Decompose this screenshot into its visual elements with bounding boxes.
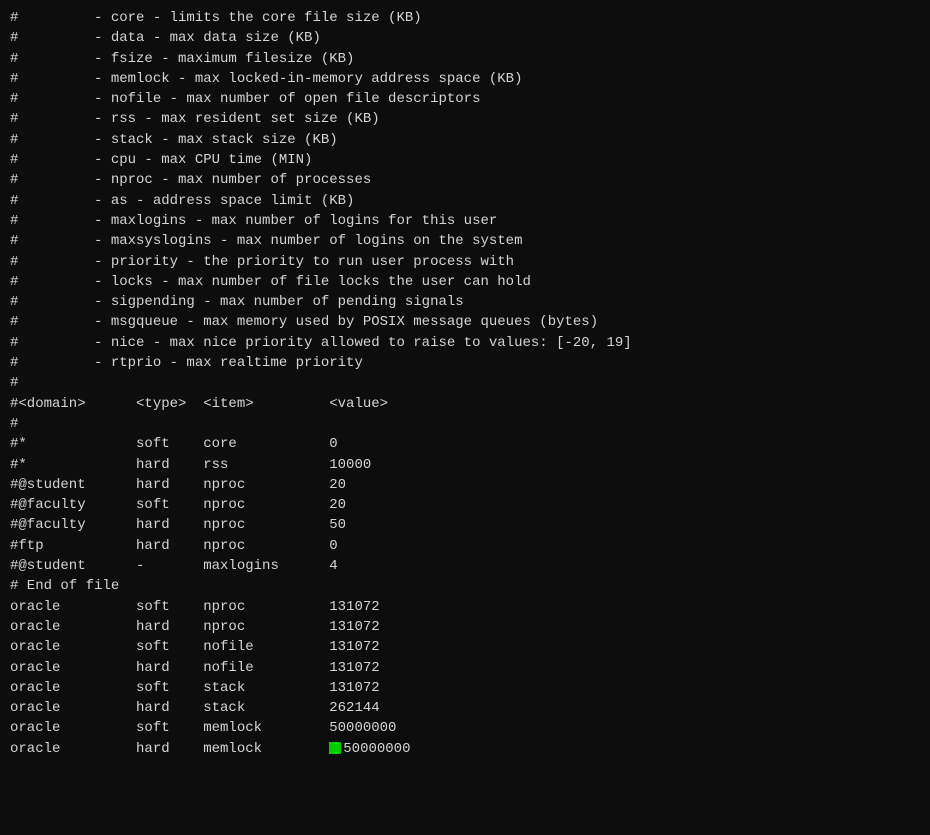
code-line: oracle soft nofile 131072 [10,637,920,657]
code-line: # - data - max data size (KB) [10,28,920,48]
code-line: # - maxsyslogins - max number of logins … [10,231,920,251]
code-line: # [10,373,920,393]
code-line: #* hard rss 10000 [10,455,920,475]
code-line: oracle hard nproc 131072 [10,617,920,637]
code-line: #@faculty soft nproc 20 [10,495,920,515]
code-line: # - as - address space limit (KB) [10,191,920,211]
code-line: # - memlock - max locked-in-memory addre… [10,69,920,89]
code-line: # - msgqueue - max memory used by POSIX … [10,312,920,332]
code-line: oracle hard stack 262144 [10,698,920,718]
code-line: # - rtprio - max realtime priority [10,353,920,373]
code-line: # - cpu - max CPU time (MIN) [10,150,920,170]
code-line: # - maxlogins - max number of logins for… [10,211,920,231]
code-line: # - core - limits the core file size (KB… [10,8,920,28]
code-line: # - rss - max resident set size (KB) [10,109,920,129]
code-line: #@student hard nproc 20 [10,475,920,495]
code-line: # - fsize - maximum filesize (KB) [10,49,920,69]
code-content: # - core - limits the core file size (KB… [10,8,920,759]
code-line: # - priority - the priority to run user … [10,252,920,272]
code-line: #ftp hard nproc 0 [10,536,920,556]
code-line: # - stack - max stack size (KB) [10,130,920,150]
code-line: # - nofile - max number of open file des… [10,89,920,109]
green-indicator [329,742,341,754]
code-line: oracle hard nofile 131072 [10,658,920,678]
code-line: # - locks - max number of file locks the… [10,272,920,292]
code-line: # - sigpending - max number of pending s… [10,292,920,312]
code-line: #* soft core 0 [10,434,920,454]
code-line: #@student - maxlogins 4 [10,556,920,576]
code-line: # - nice - max nice priority allowed to … [10,333,920,353]
code-line: oracle hard memlock 50000000 [10,739,920,759]
code-line: oracle soft nproc 131072 [10,597,920,617]
code-line: # - nproc - max number of processes [10,170,920,190]
code-line: #@faculty hard nproc 50 [10,515,920,535]
code-line: #<domain> <type> <item> <value> [10,394,920,414]
code-line: oracle soft stack 131072 [10,678,920,698]
code-line: # [10,414,920,434]
code-line: oracle soft memlock 50000000 [10,718,920,738]
code-line: # End of file [10,576,920,596]
